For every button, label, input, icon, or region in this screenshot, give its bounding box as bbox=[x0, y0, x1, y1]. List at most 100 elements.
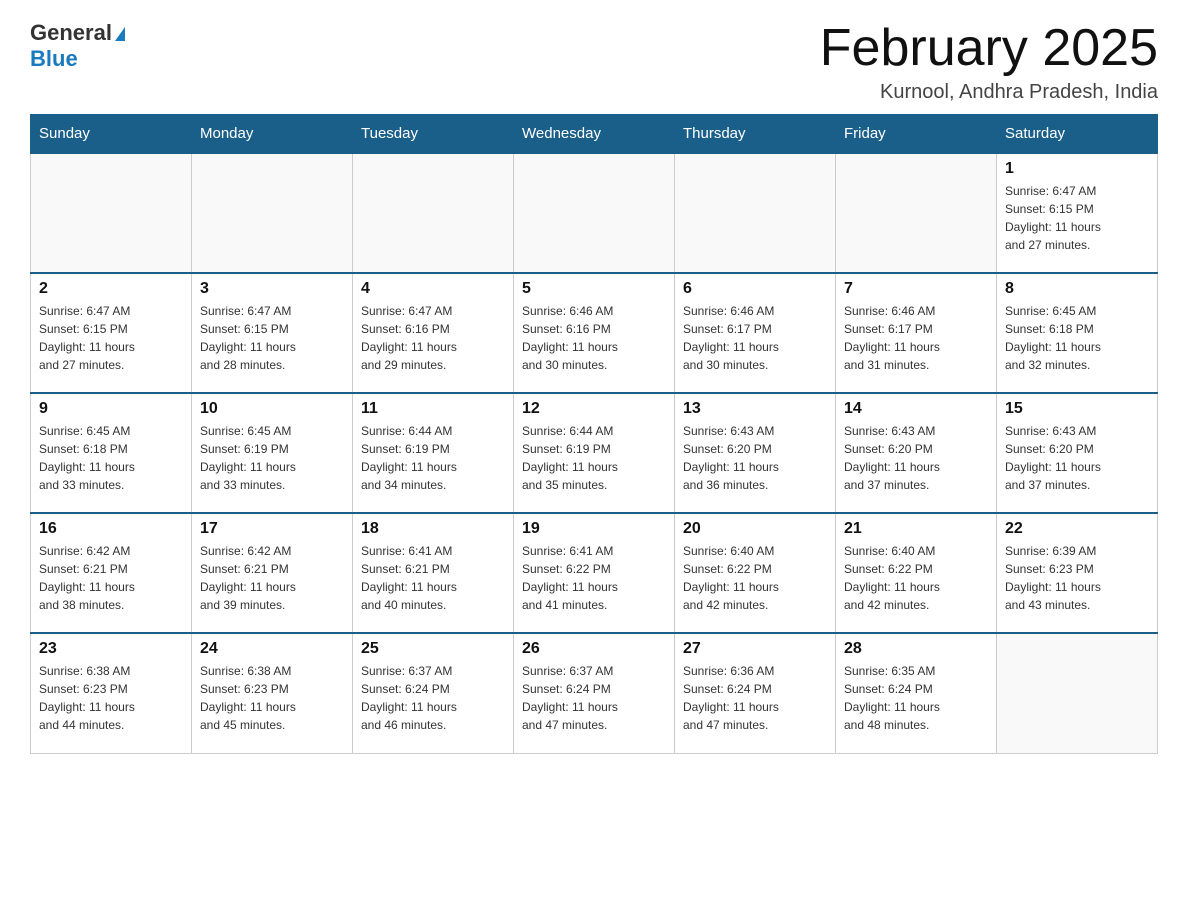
day-number: 18 bbox=[361, 520, 505, 538]
day-info: Sunrise: 6:47 AMSunset: 6:15 PMDaylight:… bbox=[1005, 182, 1149, 254]
table-row bbox=[997, 633, 1158, 753]
header-monday: Monday bbox=[192, 115, 353, 154]
calendar-week-row: 1 Sunrise: 6:47 AMSunset: 6:15 PMDaylight… bbox=[31, 153, 1158, 273]
calendar-week-row: 2Sunrise: 6:47 AMSunset: 6:15 PMDaylight… bbox=[31, 273, 1158, 393]
day-info: Sunrise: 6:43 AMSunset: 6:20 PMDaylight:… bbox=[683, 422, 827, 494]
day-info: Sunrise: 6:46 AMSunset: 6:17 PMDaylight:… bbox=[683, 302, 827, 374]
logo: General Blue bbox=[30, 20, 125, 72]
day-number: 20 bbox=[683, 520, 827, 538]
calendar-header-row: Sunday Monday Tuesday Wednesday Thursday… bbox=[31, 115, 1158, 154]
day-info: Sunrise: 6:43 AMSunset: 6:20 PMDaylight:… bbox=[1005, 422, 1149, 494]
day-number: 3 bbox=[200, 280, 344, 298]
day-info: Sunrise: 6:39 AMSunset: 6:23 PMDaylight:… bbox=[1005, 542, 1149, 614]
table-row: 11Sunrise: 6:44 AMSunset: 6:19 PMDayligh… bbox=[353, 393, 514, 513]
day-info: Sunrise: 6:45 AMSunset: 6:18 PMDaylight:… bbox=[39, 422, 183, 494]
table-row: 16 Sunrise: 6:42 AMSunset: 6:21 PMDayligh… bbox=[31, 513, 192, 633]
day-number: 19 bbox=[522, 520, 666, 538]
day-number: 15 bbox=[1005, 400, 1149, 418]
day-info: Sunrise: 6:42 AMSunset: 6:21 PMDaylight:… bbox=[39, 542, 183, 614]
day-info: Sunrise: 6:47 AMSunset: 6:16 PMDaylight:… bbox=[361, 302, 505, 374]
logo-general-text: General bbox=[30, 20, 112, 45]
table-row: 27Sunrise: 6:36 AMSunset: 6:24 PMDayligh… bbox=[675, 633, 836, 753]
logo-top: General bbox=[30, 20, 125, 46]
table-row bbox=[675, 153, 836, 273]
table-row: 17 Sunrise: 6:42 AMSunset: 6:21 PMDayligh… bbox=[192, 513, 353, 633]
logo-triangle-icon bbox=[115, 27, 125, 41]
day-number: 21 bbox=[844, 520, 988, 538]
table-row: 8Sunrise: 6:45 AMSunset: 6:18 PMDaylight… bbox=[997, 273, 1158, 393]
table-row: 10 Sunrise: 6:45 AMSunset: 6:19 PMDayligh… bbox=[192, 393, 353, 513]
table-row bbox=[353, 153, 514, 273]
title-section: February 2025 Kurnool, Andhra Pradesh, I… bbox=[820, 20, 1158, 104]
day-number: 9 bbox=[39, 400, 183, 418]
day-info: Sunrise: 6:47 AMSunset: 6:15 PMDaylight:… bbox=[39, 302, 183, 374]
day-info: Sunrise: 6:44 AMSunset: 6:19 PMDaylight:… bbox=[522, 422, 666, 494]
day-number: 10 bbox=[200, 400, 344, 418]
calendar-week-row: 16 Sunrise: 6:42 AMSunset: 6:21 PMDayligh… bbox=[31, 513, 1158, 633]
day-info: Sunrise: 6:38 AMSunset: 6:23 PMDaylight:… bbox=[39, 662, 183, 734]
day-info: Sunrise: 6:38 AMSunset: 6:23 PMDaylight:… bbox=[200, 662, 344, 734]
table-row bbox=[836, 153, 997, 273]
day-number: 6 bbox=[683, 280, 827, 298]
day-number: 7 bbox=[844, 280, 988, 298]
table-row: 22Sunrise: 6:39 AMSunset: 6:23 PMDayligh… bbox=[997, 513, 1158, 633]
day-info: Sunrise: 6:46 AMSunset: 6:16 PMDaylight:… bbox=[522, 302, 666, 374]
table-row: 15 Sunrise: 6:43 AMSunset: 6:20 PMDayligh… bbox=[997, 393, 1158, 513]
table-row: 13 Sunrise: 6:43 AMSunset: 6:20 PMDayligh… bbox=[675, 393, 836, 513]
calendar-week-row: 9 Sunrise: 6:45 AMSunset: 6:18 PMDaylight… bbox=[31, 393, 1158, 513]
calendar-week-row: 23 Sunrise: 6:38 AMSunset: 6:23 PMDayligh… bbox=[31, 633, 1158, 753]
table-row: 25Sunrise: 6:37 AMSunset: 6:24 PMDayligh… bbox=[353, 633, 514, 753]
day-number: 26 bbox=[522, 640, 666, 658]
day-info: Sunrise: 6:41 AMSunset: 6:22 PMDaylight:… bbox=[522, 542, 666, 614]
day-info: Sunrise: 6:35 AMSunset: 6:24 PMDaylight:… bbox=[844, 662, 988, 734]
day-info: Sunrise: 6:36 AMSunset: 6:24 PMDaylight:… bbox=[683, 662, 827, 734]
day-info: Sunrise: 6:42 AMSunset: 6:21 PMDaylight:… bbox=[200, 542, 344, 614]
table-row: 19 Sunrise: 6:41 AMSunset: 6:22 PMDayligh… bbox=[514, 513, 675, 633]
day-number: 28 bbox=[844, 640, 988, 658]
header-friday: Friday bbox=[836, 115, 997, 154]
table-row: 4 Sunrise: 6:47 AMSunset: 6:16 PMDaylight… bbox=[353, 273, 514, 393]
table-row: 5Sunrise: 6:46 AMSunset: 6:16 PMDaylight… bbox=[514, 273, 675, 393]
day-number: 24 bbox=[200, 640, 344, 658]
day-info: Sunrise: 6:41 AMSunset: 6:21 PMDaylight:… bbox=[361, 542, 505, 614]
day-number: 16 bbox=[39, 520, 183, 538]
header-thursday: Thursday bbox=[675, 115, 836, 154]
day-number: 4 bbox=[361, 280, 505, 298]
day-info: Sunrise: 6:43 AMSunset: 6:20 PMDaylight:… bbox=[844, 422, 988, 494]
table-row: 9 Sunrise: 6:45 AMSunset: 6:18 PMDaylight… bbox=[31, 393, 192, 513]
day-info: Sunrise: 6:45 AMSunset: 6:19 PMDaylight:… bbox=[200, 422, 344, 494]
table-row: 2Sunrise: 6:47 AMSunset: 6:15 PMDaylight… bbox=[31, 273, 192, 393]
table-row: 20 Sunrise: 6:40 AMSunset: 6:22 PMDayligh… bbox=[675, 513, 836, 633]
day-number: 14 bbox=[844, 400, 988, 418]
table-row: 6 Sunrise: 6:46 AMSunset: 6:17 PMDaylight… bbox=[675, 273, 836, 393]
day-info: Sunrise: 6:46 AMSunset: 6:17 PMDaylight:… bbox=[844, 302, 988, 374]
table-row: 7 Sunrise: 6:46 AMSunset: 6:17 PMDaylight… bbox=[836, 273, 997, 393]
table-row: 3 Sunrise: 6:47 AMSunset: 6:15 PMDaylight… bbox=[192, 273, 353, 393]
header-wednesday: Wednesday bbox=[514, 115, 675, 154]
table-row: 14 Sunrise: 6:43 AMSunset: 6:20 PMDayligh… bbox=[836, 393, 997, 513]
page-header: General Blue February 2025 Kurnool, Andh… bbox=[30, 20, 1158, 104]
table-row: 12Sunrise: 6:44 AMSunset: 6:19 PMDayligh… bbox=[514, 393, 675, 513]
header-tuesday: Tuesday bbox=[353, 115, 514, 154]
day-number: 13 bbox=[683, 400, 827, 418]
day-info: Sunrise: 6:40 AMSunset: 6:22 PMDaylight:… bbox=[683, 542, 827, 614]
logo-blue-text: Blue bbox=[30, 46, 125, 72]
table-row: 23 Sunrise: 6:38 AMSunset: 6:23 PMDayligh… bbox=[31, 633, 192, 753]
day-number: 1 bbox=[1005, 160, 1149, 178]
subtitle: Kurnool, Andhra Pradesh, India bbox=[820, 81, 1158, 104]
table-row: 21Sunrise: 6:40 AMSunset: 6:22 PMDayligh… bbox=[836, 513, 997, 633]
table-row bbox=[31, 153, 192, 273]
table-row: 1 Sunrise: 6:47 AMSunset: 6:15 PMDaylight… bbox=[997, 153, 1158, 273]
table-row: 26Sunrise: 6:37 AMSunset: 6:24 PMDayligh… bbox=[514, 633, 675, 753]
day-info: Sunrise: 6:47 AMSunset: 6:15 PMDaylight:… bbox=[200, 302, 344, 374]
day-number: 17 bbox=[200, 520, 344, 538]
table-row: 28 Sunrise: 6:35 AMSunset: 6:24 PMDayligh… bbox=[836, 633, 997, 753]
header-sunday: Sunday bbox=[31, 115, 192, 154]
day-info: Sunrise: 6:44 AMSunset: 6:19 PMDaylight:… bbox=[361, 422, 505, 494]
table-row bbox=[192, 153, 353, 273]
page-title: February 2025 bbox=[820, 20, 1158, 77]
day-number: 25 bbox=[361, 640, 505, 658]
header-saturday: Saturday bbox=[997, 115, 1158, 154]
day-number: 23 bbox=[39, 640, 183, 658]
calendar-table: Sunday Monday Tuesday Wednesday Thursday… bbox=[30, 114, 1158, 754]
